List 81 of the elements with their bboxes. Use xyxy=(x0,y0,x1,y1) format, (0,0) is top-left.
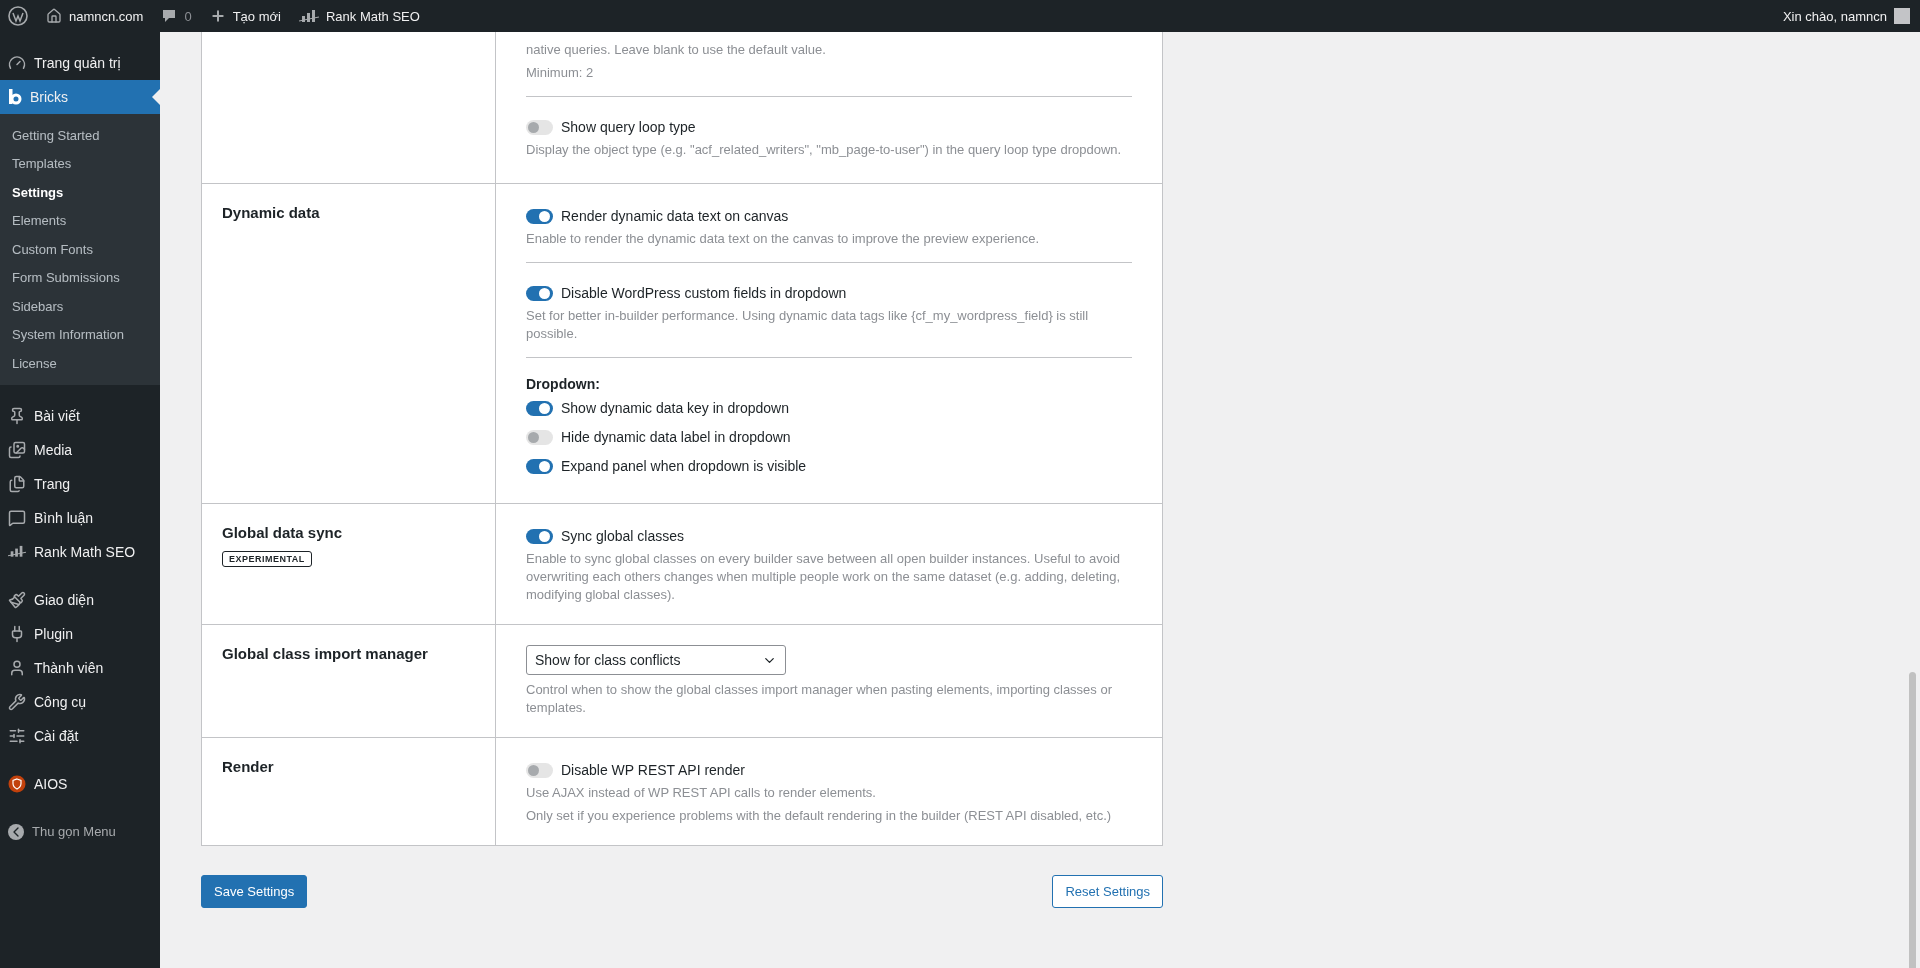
help-text: Use AJAX instead of WP REST API calls to render elements. xyxy=(526,784,877,802)
toggle-label: Show dynamic data key in dropdown xyxy=(561,400,790,416)
seo-link[interactable]: Rank Math SEO xyxy=(325,8,420,24)
submenu-item[interactable]: Sidebars xyxy=(0,292,160,321)
paintbrush-icon xyxy=(8,590,26,609)
wordpress-logo-icon[interactable] xyxy=(8,6,28,26)
home-icon xyxy=(46,8,62,24)
help-text: Only set if you experience problems with the default rendering in the builder (REST API disabled, etc.) xyxy=(526,807,1113,825)
wrench-icon xyxy=(8,692,26,711)
toggle-switch[interactable] xyxy=(526,208,553,224)
toggle-label: Show query loop type xyxy=(561,119,696,135)
collapse-icon xyxy=(8,823,24,840)
bar-chart-icon xyxy=(8,545,26,558)
section-title: Dynamic data xyxy=(222,204,321,221)
site-link[interactable]: namncn.com xyxy=(69,8,144,24)
new-link[interactable]: Tạo mới xyxy=(232,8,281,24)
menu-item[interactable]: Trang xyxy=(0,466,160,501)
pin-icon xyxy=(8,406,26,425)
bar-chart-icon xyxy=(298,9,319,23)
menu-item[interactable]: Media xyxy=(0,432,160,467)
help-text: Display the object type (e.g. "acf_related_writers", "mb_page-to-user") in the query loop type dropdown. xyxy=(526,141,1123,159)
toggle-label: Expand panel when dropdown is visible xyxy=(561,458,807,474)
group-heading: Dropdown: xyxy=(526,376,601,392)
help-text: Minimum: 2 xyxy=(526,64,595,82)
shield-icon xyxy=(8,774,26,793)
menu-item[interactable]: Cài đặt xyxy=(0,718,160,753)
user-icon xyxy=(8,658,26,677)
toggle-label: Disable WordPress custom fields in dropdown xyxy=(561,285,847,301)
submenu-item[interactable]: Custom Fonts xyxy=(0,235,160,264)
toggle-label: Render dynamic data text on canvas xyxy=(561,208,789,224)
plus-icon xyxy=(209,8,226,24)
menu-item[interactable]: Thành viên xyxy=(0,650,160,685)
section-title: Global class import manager xyxy=(222,645,429,662)
toggle-switch[interactable] xyxy=(526,429,553,445)
sliders-icon xyxy=(8,726,26,745)
help-text: Set for better in-builder performance. Using dynamic data tags like {cf_my_wordpress_field} is still possible. xyxy=(526,307,1090,343)
pages-icon xyxy=(8,474,26,493)
menu-item[interactable]: Plugin xyxy=(0,616,160,651)
submenu-item[interactable]: Elements xyxy=(0,206,160,235)
help-text: Enable to render the dynamic data text on the canvas to improve the preview experience. xyxy=(526,230,1041,248)
section-title: Global data sync xyxy=(222,524,344,541)
reset-settings-button[interactable]: Reset Settings xyxy=(1052,875,1163,908)
help-text: Control when to show the global classes import manager when pasting elements, importing classes or templates. xyxy=(526,681,1113,717)
toggle-label: Disable WP REST API render xyxy=(561,762,745,778)
comment-count[interactable]: 0 xyxy=(184,8,192,24)
scrollbar-thumb[interactable] xyxy=(1909,672,1916,968)
submenu-item[interactable]: License xyxy=(0,349,160,378)
toggle-switch[interactable] xyxy=(526,400,553,416)
submenu-item[interactable]: Form Submissions xyxy=(0,263,160,292)
comment-icon[interactable] xyxy=(161,8,178,24)
menu-item[interactable]: Rank Math SEO xyxy=(0,534,160,569)
toggle-switch[interactable] xyxy=(526,285,553,301)
menu-item[interactable]: Bricks xyxy=(0,80,160,114)
help-text: Enable to sync global classes on every builder save between all open builder instances. Useful to avoid overwriting each others changes when multiple people work on the same dataset (e.g. adding, deleting, modifying global classes). xyxy=(526,550,1122,604)
greeting-link[interactable]: Xin chào, namncn xyxy=(1782,8,1887,24)
menu-item[interactable]: Công cụ xyxy=(0,684,160,719)
select-dropdown[interactable]: Show for class conflicts xyxy=(526,645,786,675)
toggle-label: Hide dynamic data label in dropdown xyxy=(561,429,791,445)
collapse-menu-button[interactable]: Thu gọn Menu xyxy=(0,814,160,849)
menu-item[interactable]: Giao diện xyxy=(0,582,160,617)
submenu-item[interactable]: Templates xyxy=(0,149,160,178)
menu-item[interactable]: Bình luận xyxy=(0,500,160,535)
toggle-switch[interactable] xyxy=(526,528,553,544)
toggle-switch[interactable] xyxy=(526,762,553,778)
submenu-item[interactable]: Settings xyxy=(0,178,160,207)
experimental-tag: EXPERIMENTAL xyxy=(222,551,312,567)
toggle-switch[interactable] xyxy=(526,119,553,135)
submenu-item[interactable]: System Information xyxy=(0,320,160,349)
menu-item[interactable]: Bài viết xyxy=(0,398,160,433)
save-settings-button[interactable]: Save Settings xyxy=(201,875,308,908)
menu-item[interactable]: Trang quản trị xyxy=(0,46,160,80)
gauge-icon xyxy=(8,54,26,72)
help-text: native queries. Leave blank to use the default value. xyxy=(526,41,827,59)
images-icon xyxy=(8,440,26,459)
letter-b-logo-icon xyxy=(8,89,22,105)
toggle-label: Sync global classes xyxy=(561,528,684,544)
section-title: Render xyxy=(222,758,275,775)
submenu-item[interactable]: Getting Started xyxy=(0,121,160,150)
toggle-switch[interactable] xyxy=(526,458,553,474)
menu-item[interactable]: AIOS xyxy=(0,766,160,801)
comment-icon xyxy=(8,508,26,527)
